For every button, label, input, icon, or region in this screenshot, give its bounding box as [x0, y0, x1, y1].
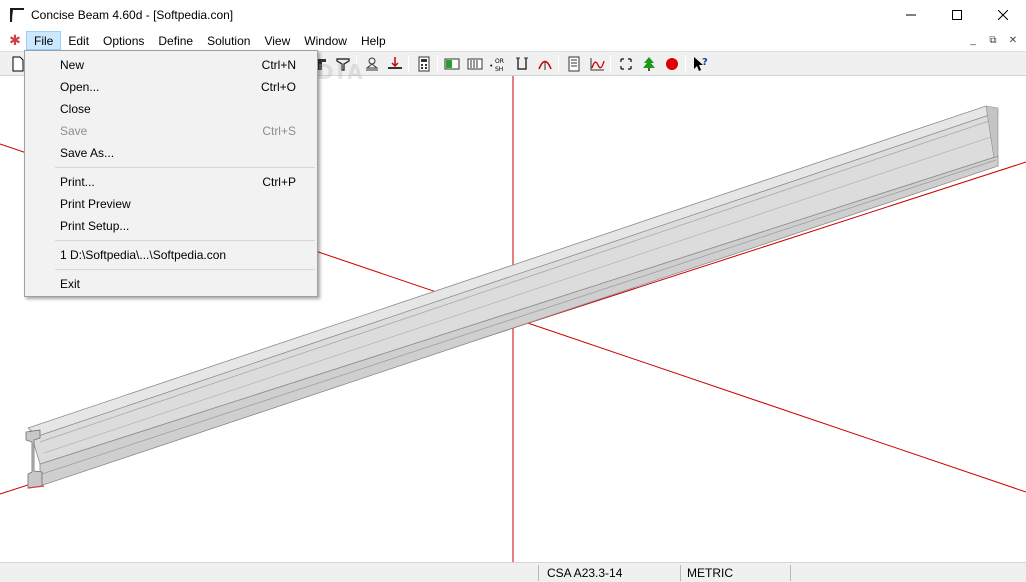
file-menu-print-preview[interactable]: Print Preview [26, 193, 316, 215]
file-menu-open[interactable]: Open... Ctrl+O [26, 76, 316, 98]
file-menu-save-as[interactable]: Save As... [26, 142, 316, 164]
deflection-icon [538, 60, 552, 70]
menu-bar: ✱ File Edit Options Define Solution View… [0, 30, 1026, 51]
report-icon [568, 56, 580, 72]
file-menu-new[interactable]: New Ctrl+N [26, 54, 316, 76]
file-menu-recent-1[interactable]: 1 D:\Softpedia\...\Softpedia.con [26, 244, 316, 266]
menu-define[interactable]: Define [151, 31, 200, 50]
file-menu-exit[interactable]: Exit [26, 273, 316, 295]
file-menu-dropdown: New Ctrl+N Open... Ctrl+O Close Save Ctr… [24, 50, 318, 297]
new-file-icon [12, 56, 24, 72]
status-units: METRIC [680, 565, 790, 581]
support-icon [365, 57, 379, 71]
stop-button[interactable] [662, 54, 682, 74]
window-title: Concise Beam 4.60d - [Softpedia.con] [31, 8, 234, 22]
system-menu-icon[interactable]: ✱ [4, 30, 26, 51]
maximize-icon [952, 10, 962, 20]
menu-separator [55, 269, 315, 270]
help-pointer-icon: ? [694, 57, 708, 71]
status-bar: CSA A23.3-14 METRIC [0, 562, 1026, 582]
mdi-close-button[interactable]: ✕ [1004, 32, 1022, 48]
flexure-icon [444, 58, 460, 70]
diagram-icon [590, 58, 605, 71]
move-button[interactable] [616, 54, 636, 74]
menu-edit[interactable]: Edit [61, 31, 96, 50]
shear-button[interactable] [466, 54, 486, 74]
maximize-button[interactable] [934, 0, 980, 30]
mdi-restore-button[interactable]: ⧉ [984, 32, 1002, 48]
minimize-button[interactable] [888, 0, 934, 30]
calculator-button[interactable] [414, 54, 434, 74]
menu-file[interactable]: File [26, 31, 62, 50]
deflection-button[interactable] [535, 54, 555, 74]
status-empty-pane [790, 565, 1026, 581]
tree-button[interactable] [639, 54, 659, 74]
move-icon [620, 58, 632, 70]
menu-help[interactable]: Help [354, 31, 393, 50]
tree-icon [643, 57, 655, 71]
file-menu-close[interactable]: Close [26, 98, 316, 120]
menu-separator [55, 240, 315, 241]
menu-options[interactable]: Options [96, 31, 151, 50]
svg-text:•: • [490, 63, 493, 70]
stirrup-icon [516, 57, 528, 70]
app-logo-icon [10, 8, 24, 22]
window-controls [888, 0, 1026, 30]
svg-text:OR: OR [495, 58, 504, 65]
file-menu-save: Save Ctrl+S [60, 124, 296, 138]
menu-view[interactable]: View [257, 31, 297, 50]
svg-text:SH: SH [495, 66, 503, 72]
mdi-controls: _ ⧉ ✕ [964, 32, 1022, 48]
report-button[interactable] [564, 54, 584, 74]
load-button[interactable] [385, 54, 405, 74]
svg-text:?: ? [702, 57, 708, 68]
file-menu-print[interactable]: Print... Ctrl+P [26, 171, 316, 193]
close-icon [998, 10, 1008, 20]
title-bar[interactable]: Concise Beam 4.60d - [Softpedia.con] [0, 0, 1026, 30]
context-help-button[interactable]: ? [691, 54, 711, 74]
stop-icon [666, 58, 678, 70]
flexure-button[interactable] [443, 54, 463, 74]
menu-window[interactable]: Window [297, 31, 354, 50]
or-sh-button[interactable]: OR SH • [489, 54, 509, 74]
calculator-icon [418, 56, 430, 72]
stirrup-button[interactable] [512, 54, 532, 74]
close-button[interactable] [980, 0, 1026, 30]
file-menu-print-setup[interactable]: Print Setup... [26, 215, 316, 237]
status-design-code: CSA A23.3-14 [538, 565, 680, 581]
diagram-button[interactable] [587, 54, 607, 74]
load-icon [388, 57, 402, 69]
mdi-minimize-button[interactable]: _ [964, 32, 982, 48]
minimize-icon [906, 14, 916, 16]
menu-solution[interactable]: Solution [200, 31, 257, 50]
shear-icon [467, 58, 483, 70]
menu-separator [55, 167, 315, 168]
or-sh-icon: ORSH• [490, 58, 504, 72]
